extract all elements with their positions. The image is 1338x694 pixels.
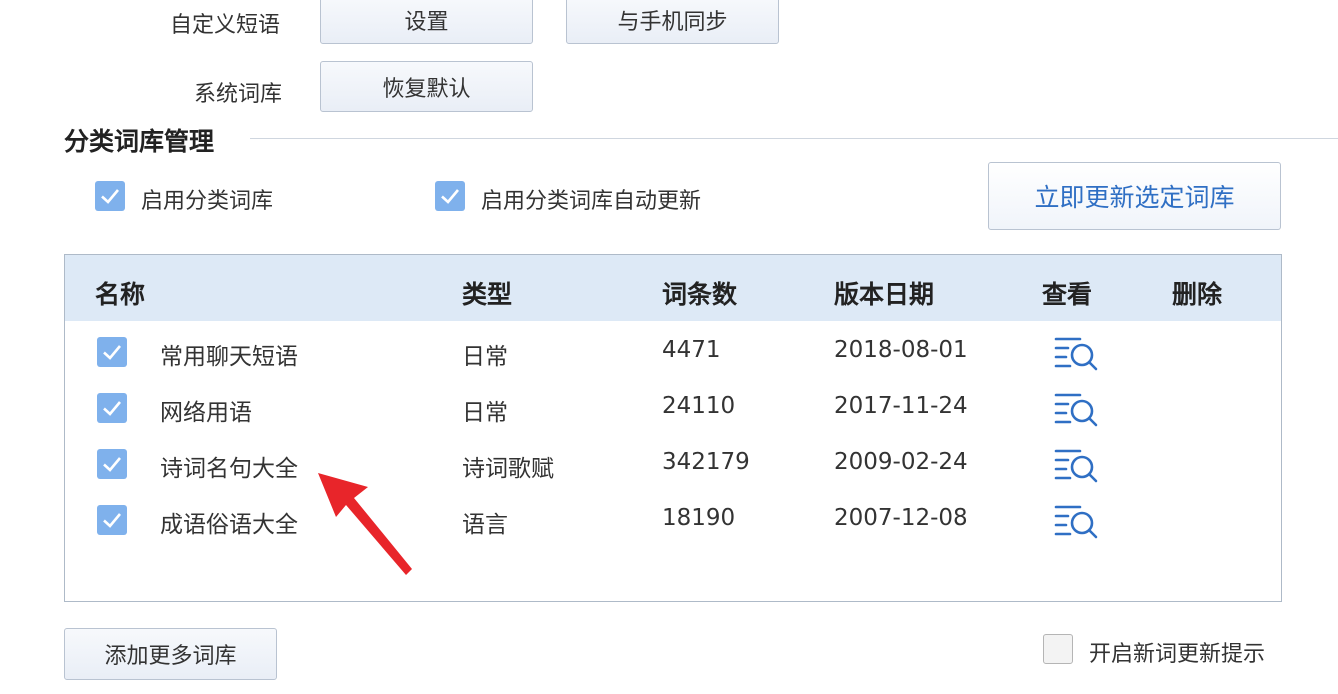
row-date: 2007-12-08: [834, 505, 968, 531]
row-checkbox[interactable]: [97, 449, 127, 479]
enable-category-checkbox[interactable]: [95, 181, 125, 211]
new-word-tip-label: 开启新词更新提示: [1089, 642, 1266, 667]
row-type: 语言: [462, 512, 508, 538]
col-date: 版本日期: [834, 280, 935, 309]
lexicon-table: 名称 类型 词条数 版本日期 查看 删除 常用聊天短语 日常 4471 2018…: [64, 254, 1282, 602]
col-view: 查看: [1042, 280, 1093, 309]
list-search-icon[interactable]: [1054, 503, 1100, 541]
section-title: 分类词库管理: [64, 127, 215, 156]
check-icon: [441, 189, 459, 204]
restore-default-button[interactable]: 恢复默认: [320, 61, 533, 112]
col-type: 类型: [462, 280, 513, 309]
settings-button[interactable]: 设置: [320, 0, 533, 44]
row-name: 常用聊天短语: [160, 344, 298, 370]
list-search-icon[interactable]: [1054, 391, 1100, 429]
check-icon: [103, 401, 121, 416]
sync-phone-button[interactable]: 与手机同步: [566, 0, 779, 44]
check-icon: [103, 345, 121, 360]
row-count: 4471: [662, 337, 721, 363]
check-icon: [101, 189, 119, 204]
list-search-icon[interactable]: [1054, 447, 1100, 485]
check-icon: [103, 513, 121, 528]
row-checkbox[interactable]: [97, 337, 127, 367]
row-checkbox[interactable]: [97, 393, 127, 423]
row-date: 2009-02-24: [834, 449, 968, 475]
row-date: 2018-08-01: [834, 337, 968, 363]
row-checkbox[interactable]: [97, 505, 127, 535]
row-count: 18190: [662, 505, 736, 531]
add-more-lexicon-button[interactable]: 添加更多词库: [64, 628, 277, 680]
row-type: 日常: [462, 400, 508, 426]
table-row[interactable]: 常用聊天短语 日常 4471 2018-08-01: [65, 325, 1281, 381]
list-search-icon[interactable]: [1054, 335, 1100, 373]
annotation-arrow-icon: [318, 473, 412, 575]
row-count: 24110: [662, 393, 736, 419]
row-type: 诗词歌赋: [462, 456, 554, 482]
row-type: 日常: [462, 344, 508, 370]
col-delete: 删除: [1172, 280, 1223, 309]
row-name: 诗词名句大全: [160, 456, 298, 482]
auto-update-label: 启用分类词库自动更新: [481, 189, 702, 214]
row-date: 2017-11-24: [834, 393, 968, 419]
check-icon: [103, 457, 121, 472]
section-divider: [250, 138, 1338, 139]
table-row[interactable]: 诗词名句大全 诗词歌赋 342179 2009-02-24: [65, 437, 1281, 493]
custom-phrase-label: 自定义短语: [170, 13, 281, 38]
system-lexicon-label: 系统词库: [194, 82, 283, 107]
update-now-button[interactable]: 立即更新选定词库: [988, 162, 1281, 230]
col-count: 词条数: [662, 280, 738, 309]
col-name: 名称: [95, 280, 146, 309]
table-header: 名称 类型 词条数 版本日期 查看 删除: [65, 255, 1281, 321]
enable-category-label: 启用分类词库: [141, 189, 274, 214]
table-row[interactable]: 成语俗语大全 语言 18190 2007-12-08: [65, 493, 1281, 549]
row-name: 成语俗语大全: [160, 512, 298, 538]
new-word-tip-checkbox[interactable]: [1043, 634, 1073, 664]
table-row[interactable]: 网络用语 日常 24110 2017-11-24: [65, 381, 1281, 437]
row-name: 网络用语: [160, 400, 252, 426]
auto-update-checkbox[interactable]: [435, 181, 465, 211]
row-count: 342179: [662, 449, 750, 475]
